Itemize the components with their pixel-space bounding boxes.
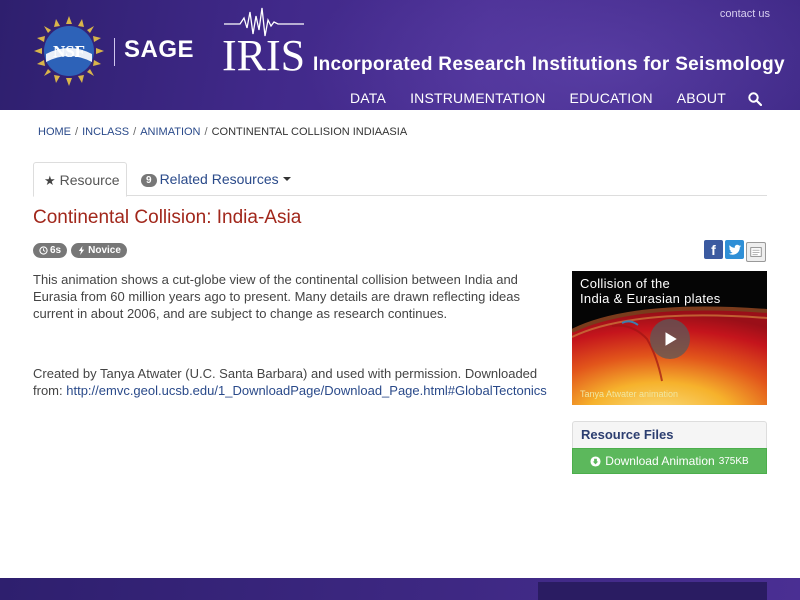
tab-related-resources[interactable]: 9 Related Resources <box>141 171 291 187</box>
video-credit: Tanya Atwater animation <box>580 389 679 399</box>
contact-us-link[interactable]: contact us <box>720 8 770 20</box>
main-nav: DATA INSTRUMENTATION EDUCATION ABOUT <box>326 90 762 106</box>
nav-about[interactable]: ABOUT <box>677 90 726 106</box>
tab-bar: ★ Resource 9 Related Resources <box>33 162 767 197</box>
breadcrumb-separator: / <box>75 126 79 138</box>
video-caption-line1: Collision of the <box>580 276 671 291</box>
nav-instrumentation[interactable]: INSTRUMENTATION <box>410 90 545 106</box>
video-caption-line2: India & Eurasian plates <box>580 291 721 306</box>
source-link[interactable]: http://emvc.geol.ucsb.edu/1_DownloadPage… <box>66 383 547 398</box>
tab-resource-label: Resource <box>59 172 120 188</box>
star-icon: ★ <box>44 173 56 188</box>
tab-resource[interactable]: ★ Resource <box>33 162 127 197</box>
caret-down-icon <box>282 177 291 181</box>
breadcrumb: HOME / INCLASS / ANIMATION / CONTINENTAL COLLI… <box>38 126 407 138</box>
breadcrumb-separator: / <box>204 126 208 138</box>
nsf-logo[interactable]: NSF <box>34 16 104 86</box>
share-buttons: f <box>704 240 766 262</box>
svg-text:IRIS: IRIS <box>222 31 305 76</box>
logo-divider <box>114 38 115 66</box>
duration-badge: 6s <box>33 243 68 258</box>
related-count-badge: 9 <box>141 174 157 187</box>
org-name: Incorporated Research Institutions for S… <box>313 54 785 75</box>
nav-data[interactable]: DATA <box>350 90 386 106</box>
svg-text:NSF: NSF <box>53 42 85 61</box>
download-label: Download Animation <box>605 454 715 468</box>
search-icon[interactable] <box>748 92 762 106</box>
resource-files-heading: Resource Files <box>572 421 767 448</box>
twitter-icon[interactable] <box>725 240 744 259</box>
badge-group: 6s Novice <box>33 243 127 258</box>
breadcrumb-current: CONTINENTAL COLLISION INDIAASIA <box>211 126 408 138</box>
level-value: Novice <box>88 245 121 256</box>
email-share-icon[interactable] <box>746 242 766 262</box>
resource-description: This animation shows a cut-globe view of… <box>33 272 521 321</box>
footer-connect-box <box>538 582 767 600</box>
breadcrumb-home[interactable]: HOME <box>38 126 71 138</box>
site-header: contact us NSF SAGE IRIS Incorporated Re… <box>0 0 800 110</box>
breadcrumb-animation[interactable]: ANIMATION <box>140 126 200 138</box>
download-size: 375KB <box>718 455 749 467</box>
sage-logo-text[interactable]: SAGE <box>124 36 194 64</box>
duration-value: 6s <box>50 245 62 256</box>
breadcrumb-inclass[interactable]: INCLASS <box>82 126 129 138</box>
play-icon <box>665 332 677 346</box>
resource-credit: Created by Tanya Atwater (U.C. Santa Bar… <box>33 365 558 399</box>
level-badge: Novice <box>71 243 127 258</box>
download-animation-button[interactable]: Download Animation 375KB <box>572 448 767 474</box>
play-button[interactable] <box>650 319 690 359</box>
facebook-icon[interactable]: f <box>704 240 723 259</box>
breadcrumb-separator: / <box>133 126 137 138</box>
bolt-icon <box>78 246 85 255</box>
download-icon <box>590 455 601 467</box>
iris-logo[interactable]: IRIS <box>220 6 310 76</box>
tab-related-label: Related Resources <box>159 171 279 187</box>
page-title: Continental Collision: India-Asia <box>33 207 302 228</box>
nav-education[interactable]: EDUCATION <box>570 90 653 106</box>
clock-icon <box>39 246 48 255</box>
animation-video[interactable]: Collision of the India & Eurasian plates… <box>572 271 767 405</box>
